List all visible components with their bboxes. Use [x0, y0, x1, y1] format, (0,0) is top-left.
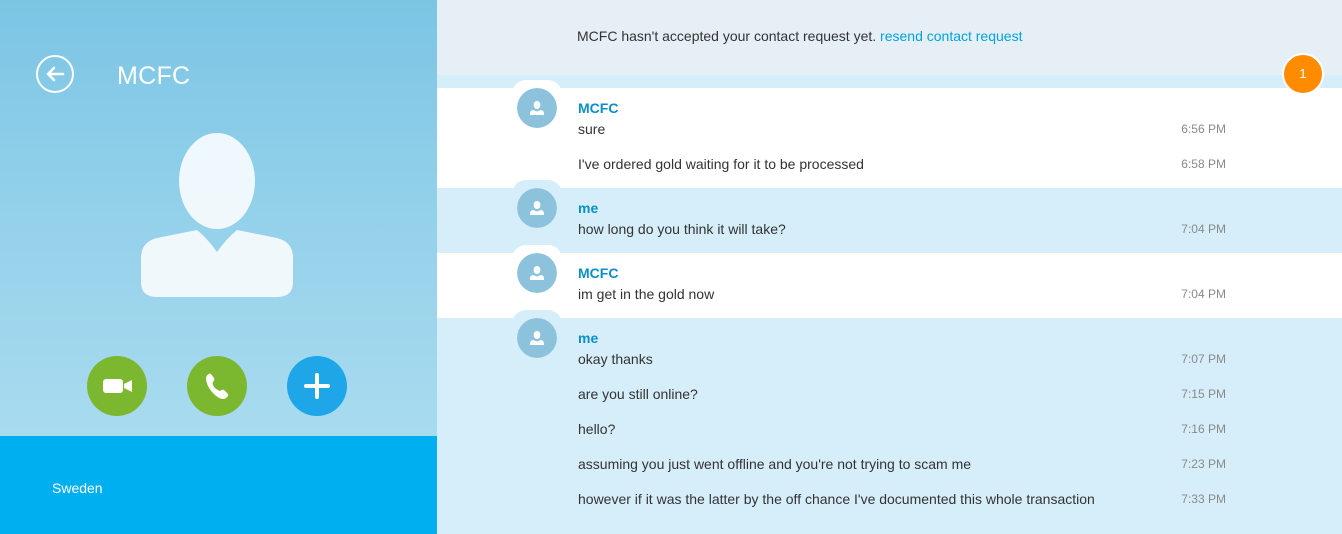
message-text: how long do you think it will take? — [578, 221, 786, 237]
resend-contact-request-link[interactable]: resend contact request — [880, 28, 1022, 44]
message-sender: MCFC — [578, 100, 619, 116]
message-sender: me — [578, 330, 599, 346]
message-timestamp: 6:58 PM — [1181, 157, 1226, 171]
message-text: are you still online? — [578, 386, 698, 402]
message-timestamp: 7:33 PM — [1181, 492, 1226, 506]
default-person-icon — [517, 88, 557, 128]
message-text: sure — [578, 121, 606, 137]
default-person-icon — [141, 133, 293, 297]
message-group: MCFC sure 6:56 PM I've ordered gold wait… — [437, 80, 1342, 188]
message-group: MCFC im get in the gold now 7:04 PM — [437, 245, 1342, 318]
notice-message: MCFC hasn't accepted your contact reques… — [577, 28, 877, 44]
back-button[interactable] — [36, 55, 74, 93]
message-text: assuming you just went offline and you'r… — [578, 456, 972, 472]
avatar[interactable] — [517, 253, 557, 293]
message-text: okay thanks — [578, 351, 653, 367]
notice-text: MCFC hasn't accepted your contact reques… — [577, 28, 1022, 44]
message-sender: MCFC — [578, 265, 619, 281]
message-text: I've ordered gold waiting for it to be p… — [578, 156, 864, 172]
message-text: however if it was the latter by the off … — [578, 491, 1095, 507]
default-person-icon — [517, 188, 557, 228]
video-camera-icon — [103, 379, 132, 393]
default-person-icon — [517, 253, 557, 293]
add-people-button[interactable] — [287, 356, 347, 416]
message-text: hello? — [578, 421, 616, 437]
contact-panel: MCFC Sweden — [0, 0, 437, 534]
chat-window: MCFC Sweden MCFC hasn't accepted your co… — [0, 0, 1342, 534]
unread-badge[interactable]: 1 — [1282, 53, 1324, 95]
message-sender: me — [578, 200, 599, 216]
plus-icon — [304, 373, 330, 399]
contact-name: MCFC — [117, 62, 191, 90]
contact-header: MCFC — [0, 0, 437, 436]
message-group: me how long do you think it will take? 7… — [437, 180, 1342, 253]
conversation-panel: MCFC hasn't accepted your contact reques… — [437, 0, 1342, 534]
message-timestamp: 6:56 PM — [1181, 122, 1226, 136]
message-group: me okay thanks 7:07 PM are you still onl… — [437, 310, 1342, 534]
default-person-icon — [517, 318, 557, 358]
divider — [437, 75, 1342, 88]
contact-request-notice: MCFC hasn't accepted your contact reques… — [437, 0, 1342, 75]
message-timestamp: 7:23 PM — [1181, 457, 1226, 471]
message-timestamp: 7:04 PM — [1181, 222, 1226, 236]
contact-details: Sweden — [0, 436, 437, 534]
message-timestamp: 7:16 PM — [1181, 422, 1226, 436]
video-call-button[interactable] — [87, 356, 147, 416]
message-timestamp: 7:07 PM — [1181, 352, 1226, 366]
message-timestamp: 7:15 PM — [1181, 387, 1226, 401]
audio-call-button[interactable] — [187, 356, 247, 416]
message-text: im get in the gold now — [578, 286, 715, 302]
avatar[interactable] — [517, 188, 557, 228]
message-timestamp: 7:04 PM — [1181, 287, 1226, 301]
avatar[interactable] — [517, 318, 557, 358]
phone-icon — [206, 373, 229, 399]
avatar[interactable] — [517, 88, 557, 128]
contact-location: Sweden — [52, 480, 103, 496]
arrow-left-icon — [46, 66, 65, 82]
